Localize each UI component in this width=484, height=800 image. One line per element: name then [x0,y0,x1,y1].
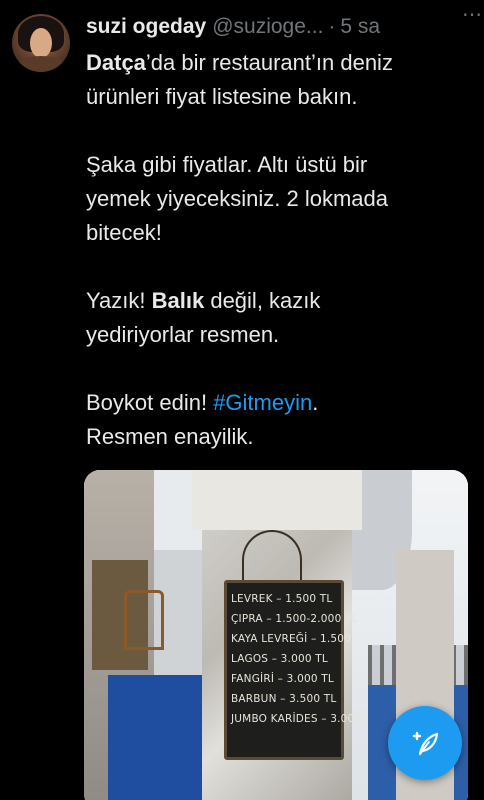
tweet-line: Datça’da bir restaurant’ın deniz [86,46,476,80]
photo-pillar-top [192,470,362,530]
more-horizontal-icon[interactable]: ⋯ [460,0,484,30]
tweet-line-text: Yazık! [86,288,152,313]
place-name: Datça [86,50,146,75]
author-name[interactable]: suzi ogeday [86,15,206,39]
tweet-line-text: ’da bir restaurant’ın deniz [145,50,393,75]
bold-word: Balık [151,288,205,313]
tweet-line-text: Boykot edin! [86,390,214,415]
tweet-line: Yazık! Balık değil, kazık [86,284,476,318]
tweet[interactable]: suzi ogeday @suzioge... · 5 sa ⋯ Datça’d… [0,0,484,800]
compose-tweet-icon [412,731,439,756]
tweet-line: Resmen enayilik. [86,424,254,449]
tweet-line-text: . [312,390,319,415]
avatar-shoulder [16,56,66,72]
menu-line: BARBUN – 3.500 TL [231,693,337,705]
tweet-line: yemek yiyeceksiniz. 2 lokmada [86,186,389,211]
hashtag-link[interactable]: #Gitmeyin [213,390,312,415]
tweet-time[interactable]: 5 sa [340,15,380,39]
tweet-line: bitecek! [86,220,162,245]
separator-dot: · [328,15,336,38]
menu-line: JUMBO KARİDES – 3.000 [231,713,362,725]
menu-line: LEVREK – 1.500 TL [231,593,333,605]
tweet-line: ürünleri fiyat listesine bakın. [86,84,358,109]
avatar[interactable] [12,14,70,72]
menu-line: LAGOS – 3.000 TL [231,653,328,665]
menu-line: KAYA LEVREĞİ – 1.500 [231,633,352,645]
tweet-line: Boykot edin! #Gitmeyin. [86,386,476,420]
author-handle[interactable]: @suzioge... [212,15,323,39]
photo-chair [124,590,164,650]
menu-line: ÇIPRA – 1.500-2.000 TL [231,613,358,625]
photo-tablecloth [108,675,208,800]
tweet-line: yediriyorlar resmen. [86,322,280,347]
menu-chalkboard: LEVREK – 1.500 TL ÇIPRA – 1.500-2.000 TL… [224,580,362,760]
tweet-header: suzi ogeday @suzioge... · 5 sa [86,12,476,42]
compose-tweet-button[interactable] [388,706,462,780]
menu-line: FANGİRİ – 3.000 TL [231,673,334,685]
avatar-face [30,28,52,58]
tweet-text: Datça’da bir restaurant’ın deniz ürünler… [86,46,476,454]
tweet-line-text: değil, kazık [204,288,321,313]
tweet-line: Şaka gibi fiyatlar. Altı üstü bir [86,152,368,177]
